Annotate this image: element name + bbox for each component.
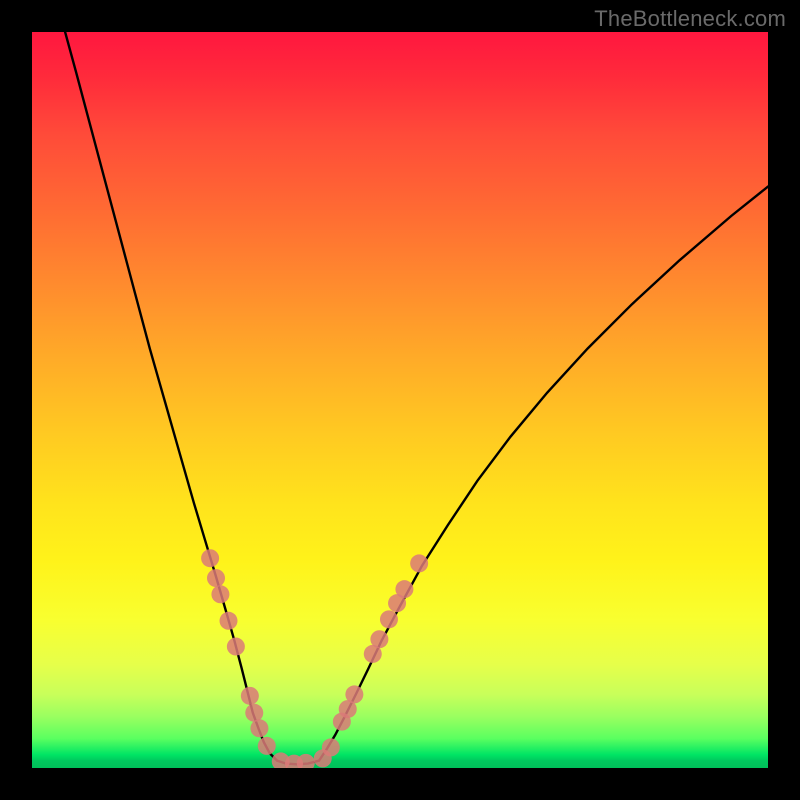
data-point <box>227 638 245 656</box>
data-point <box>297 754 315 768</box>
data-point <box>370 630 388 648</box>
data-point <box>395 580 413 598</box>
data-point <box>380 610 398 628</box>
data-point <box>211 585 229 603</box>
data-point <box>345 685 363 703</box>
chart-frame: TheBottleneck.com <box>0 0 800 800</box>
data-point <box>322 738 340 756</box>
data-point <box>241 687 259 705</box>
curve-left-branch <box>65 32 277 761</box>
plot-area <box>32 32 768 768</box>
watermark-text: TheBottleneck.com <box>594 6 786 32</box>
curve-group <box>65 32 768 764</box>
data-point <box>250 719 268 737</box>
data-point <box>245 704 263 722</box>
data-point <box>201 549 219 567</box>
curve-right-branch <box>319 187 768 761</box>
scatter-group <box>201 549 428 768</box>
data-point <box>207 569 225 587</box>
bottleneck-curve-layer <box>32 32 768 768</box>
data-point <box>410 554 428 572</box>
data-point <box>258 737 276 755</box>
data-point <box>220 612 238 630</box>
